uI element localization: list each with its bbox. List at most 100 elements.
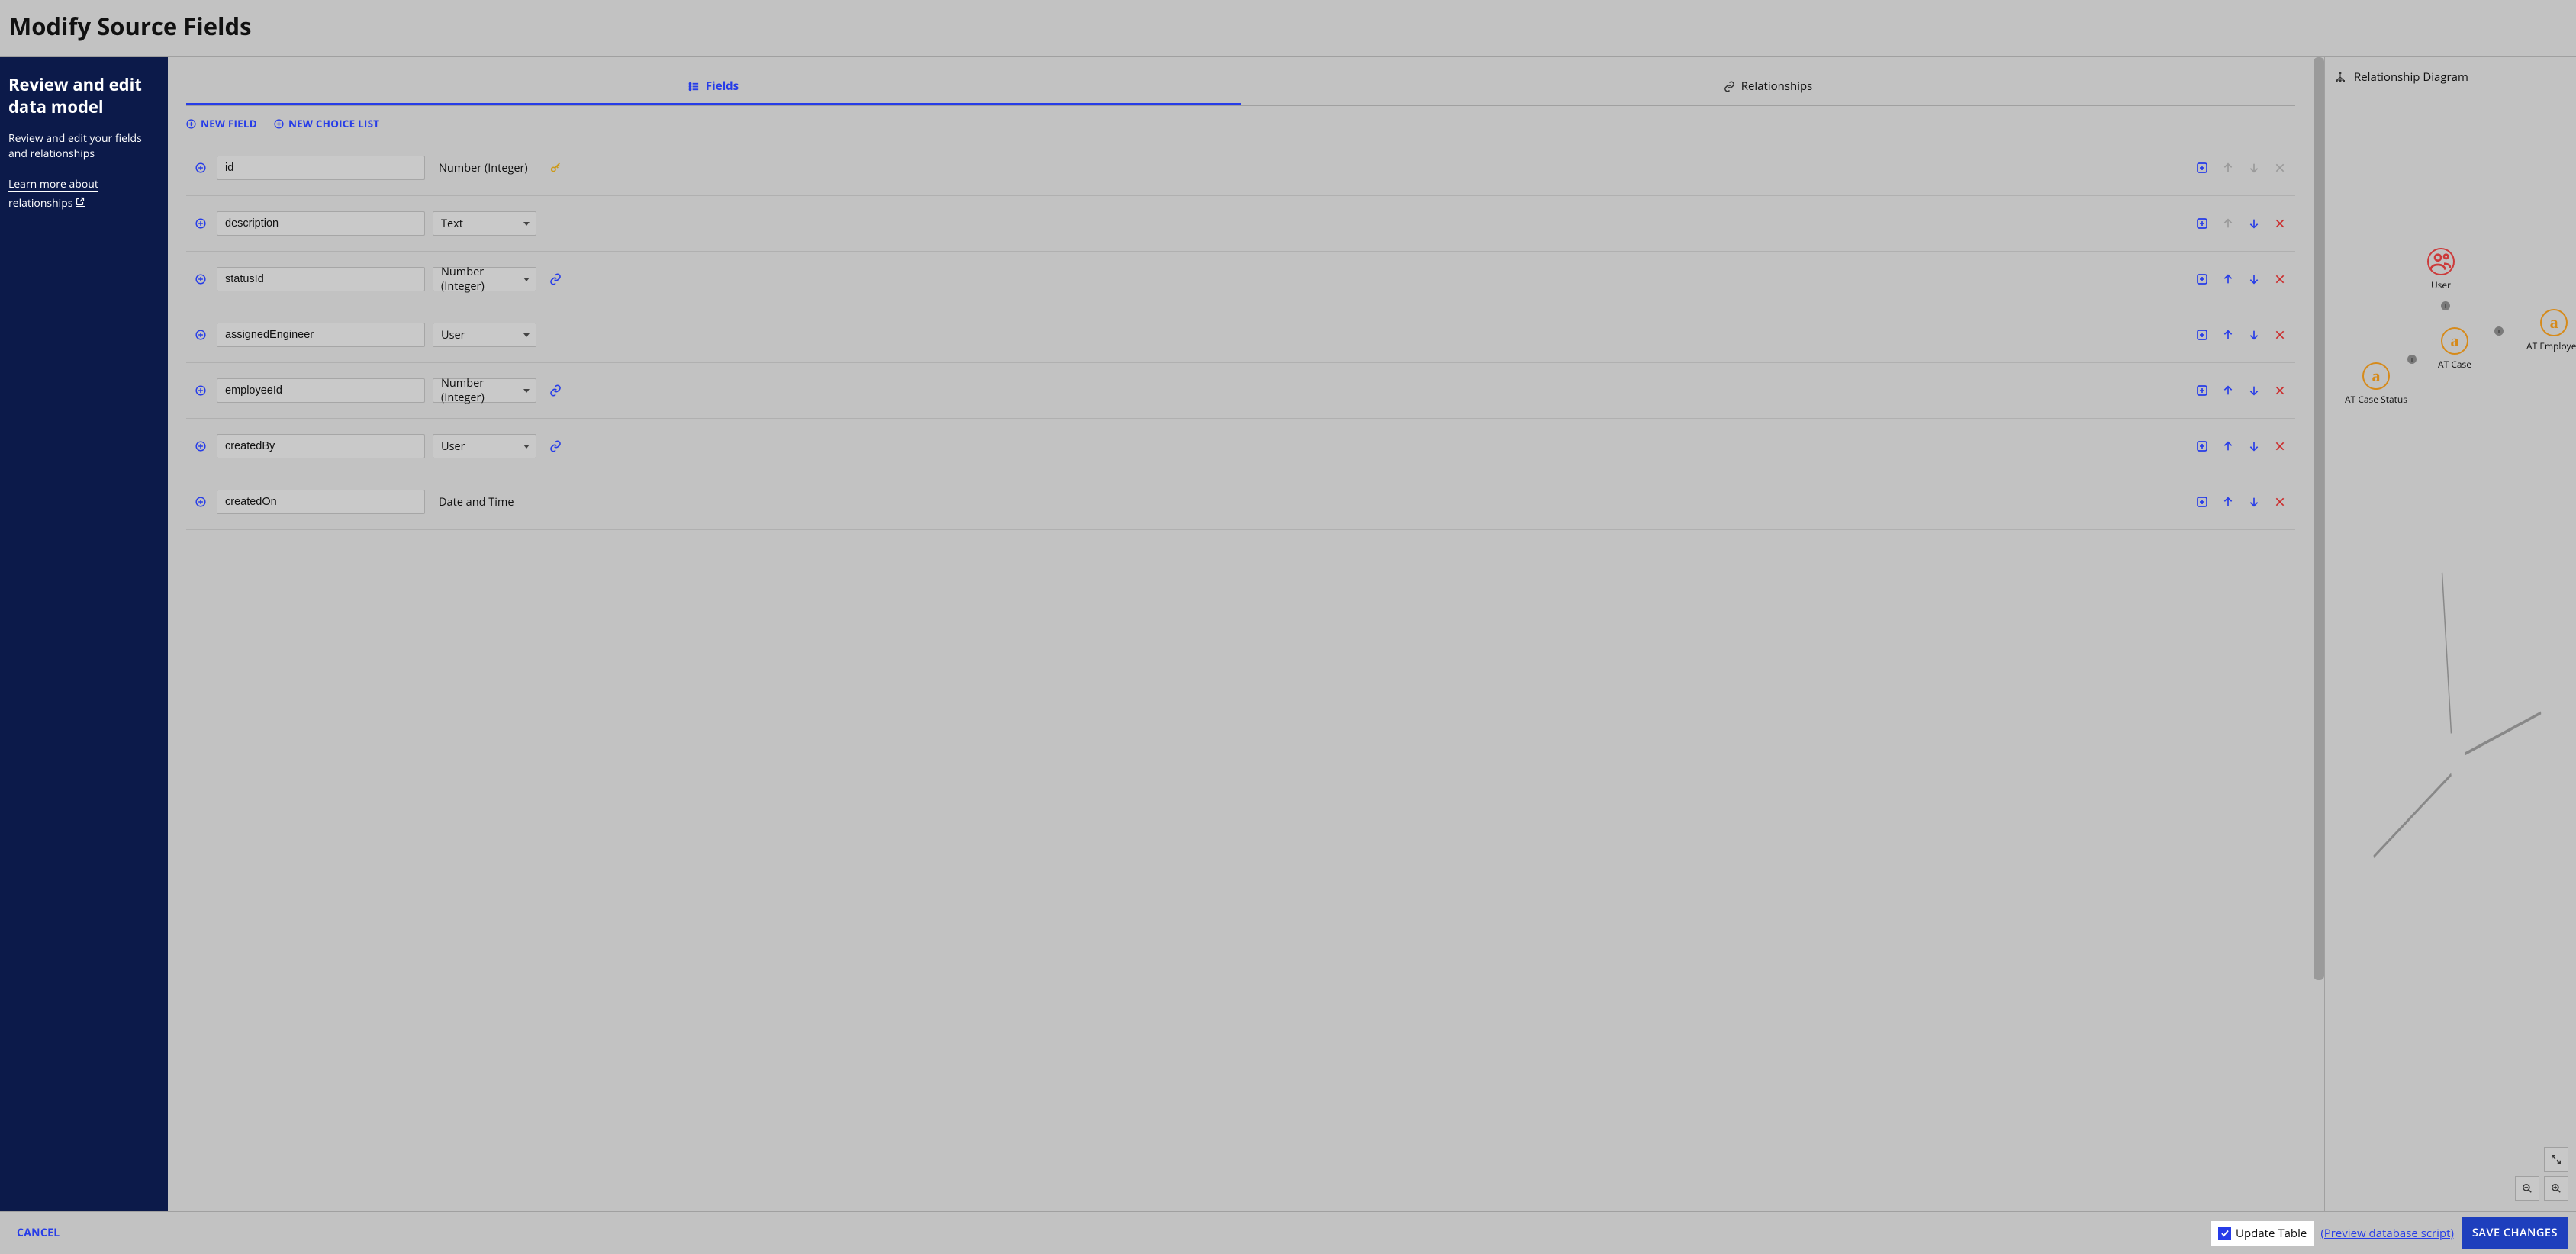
move-down-button[interactable] — [2248, 496, 2260, 508]
row-add-button[interactable] — [195, 441, 206, 452]
field-type-select[interactable]: User — [433, 323, 536, 347]
add-below-button[interactable] — [2196, 162, 2208, 174]
preview-script-link[interactable]: (Preview database script) — [2320, 1226, 2454, 1241]
tabs: Fields Relationships — [186, 71, 2295, 106]
relationship-link-icon[interactable] — [544, 273, 567, 285]
move-down-button[interactable] — [2248, 273, 2260, 285]
move-up-button — [2222, 162, 2234, 174]
add-below-button[interactable] — [2196, 329, 2208, 341]
cancel-button[interactable]: CANCEL — [8, 1220, 69, 1246]
move-up-button[interactable] — [2222, 440, 2234, 452]
diagram-node-at-case[interactable]: a AT Case — [2438, 327, 2471, 371]
sidebar: Review and edit data model Review and ed… — [0, 57, 168, 1211]
learn-more-link[interactable]: Learn more about relationships — [8, 177, 98, 211]
diagram-icon — [2334, 71, 2346, 83]
move-down-button[interactable] — [2248, 384, 2260, 397]
field-type-select[interactable]: Number (Integer) — [433, 267, 536, 291]
chevron-down-icon — [523, 222, 530, 226]
field-name-input[interactable] — [217, 156, 425, 180]
field-name-input[interactable] — [217, 378, 425, 403]
new-choice-list-button[interactable]: NEW CHOICE LIST — [274, 117, 379, 130]
field-name-input[interactable] — [217, 211, 425, 236]
field-type-select[interactable]: Text — [433, 211, 536, 236]
field-type-select[interactable]: User — [433, 434, 536, 458]
diagram-pane: Relationship Diagram — [2324, 57, 2576, 1211]
sidebar-heading: Review and edit data model — [8, 74, 159, 117]
diagram-zoom-out-button[interactable] — [2515, 1176, 2539, 1201]
diagram-title-label: Relationship Diagram — [2354, 69, 2468, 85]
move-up-button — [2222, 217, 2234, 230]
diagram-zoom-in-button[interactable] — [2544, 1176, 2568, 1201]
chevron-down-icon — [523, 445, 530, 449]
delete-field-button — [2274, 162, 2286, 174]
field-type-label: Number (Integer) — [433, 156, 544, 180]
entity-a-icon: a — [2451, 331, 2459, 351]
delete-field-button[interactable] — [2274, 273, 2286, 285]
tab-relationships[interactable]: Relationships — [1241, 71, 2295, 105]
move-up-button[interactable] — [2222, 329, 2234, 341]
add-below-button[interactable] — [2196, 440, 2208, 452]
delete-field-button[interactable] — [2274, 440, 2286, 452]
scrollbar[interactable] — [2314, 57, 2324, 1211]
field-row: User — [186, 418, 2295, 474]
move-down-button[interactable] — [2248, 217, 2260, 230]
relationship-link-icon[interactable] — [544, 440, 567, 452]
add-below-button[interactable] — [2196, 217, 2208, 230]
list-actions: NEW FIELD NEW CHOICE LIST — [186, 117, 2295, 130]
diagram-node-user[interactable]: User — [2427, 248, 2455, 291]
move-up-button[interactable] — [2222, 496, 2234, 508]
row-add-button[interactable] — [195, 330, 206, 340]
row-add-button[interactable] — [195, 497, 206, 507]
checkmark-icon — [2218, 1227, 2231, 1240]
field-row: Number (Integer) — [186, 140, 2295, 195]
delete-field-button[interactable] — [2274, 217, 2286, 230]
row-add-button[interactable] — [195, 218, 206, 229]
update-table-checkbox[interactable]: Update Table — [2211, 1221, 2314, 1246]
entity-a-icon: a — [2550, 313, 2558, 333]
edge-handle-icon[interactable] — [2494, 326, 2504, 336]
field-type-label: Date and Time — [433, 490, 544, 514]
diagram-fit-button[interactable] — [2544, 1147, 2568, 1172]
field-row: Number (Integer) — [186, 362, 2295, 418]
delete-field-button[interactable] — [2274, 329, 2286, 341]
primary-key-icon — [544, 162, 567, 174]
field-name-input[interactable] — [217, 323, 425, 347]
new-field-button[interactable]: NEW FIELD — [186, 117, 257, 130]
edge-handle-icon[interactable] — [2441, 301, 2450, 310]
edge-handle-icon[interactable] — [2407, 355, 2417, 364]
relationship-link-icon[interactable] — [544, 384, 567, 397]
field-name-input[interactable] — [217, 490, 425, 514]
delete-field-button[interactable] — [2274, 496, 2286, 508]
diagram-node-at-employee[interactable]: a AT Employee — [2526, 309, 2576, 352]
chevron-down-icon — [523, 333, 530, 337]
tab-fields[interactable]: Fields — [186, 71, 1241, 105]
row-add-button[interactable] — [195, 274, 206, 285]
field-name-input[interactable] — [217, 267, 425, 291]
move-down-button[interactable] — [2248, 440, 2260, 452]
plus-circle-icon — [274, 119, 284, 129]
field-row: Number (Integer) — [186, 251, 2295, 307]
sidebar-description: Review and edit your fields and relation… — [8, 131, 159, 161]
add-below-button[interactable] — [2196, 273, 2208, 285]
field-name-input[interactable] — [217, 434, 425, 458]
delete-field-button[interactable] — [2274, 384, 2286, 397]
move-up-button[interactable] — [2222, 384, 2234, 397]
move-up-button[interactable] — [2222, 273, 2234, 285]
footer: CANCEL Update Table (Preview database sc… — [0, 1211, 2576, 1254]
move-down-button[interactable] — [2248, 329, 2260, 341]
list-icon — [688, 81, 700, 92]
row-add-button[interactable] — [195, 162, 206, 173]
field-row: Date and Time — [186, 474, 2295, 530]
field-type-select[interactable]: Number (Integer) — [433, 378, 536, 403]
entity-a-icon: a — [2372, 366, 2381, 386]
field-row: Text — [186, 195, 2295, 251]
add-below-button[interactable] — [2196, 384, 2208, 397]
chevron-down-icon — [523, 278, 530, 281]
page-title: Modify Source Fields — [9, 11, 2567, 43]
add-below-button[interactable] — [2196, 496, 2208, 508]
save-changes-button[interactable]: SAVE CHANGES — [2462, 1217, 2568, 1249]
fields-pane: Fields Relationships — [168, 57, 2314, 1211]
row-add-button[interactable] — [195, 385, 206, 396]
diagram-node-at-case-status[interactable]: a AT Case Status — [2345, 362, 2407, 406]
diagram-canvas[interactable]: User a AT Case a AT Case Status a AT Emp… — [2328, 95, 2573, 1166]
